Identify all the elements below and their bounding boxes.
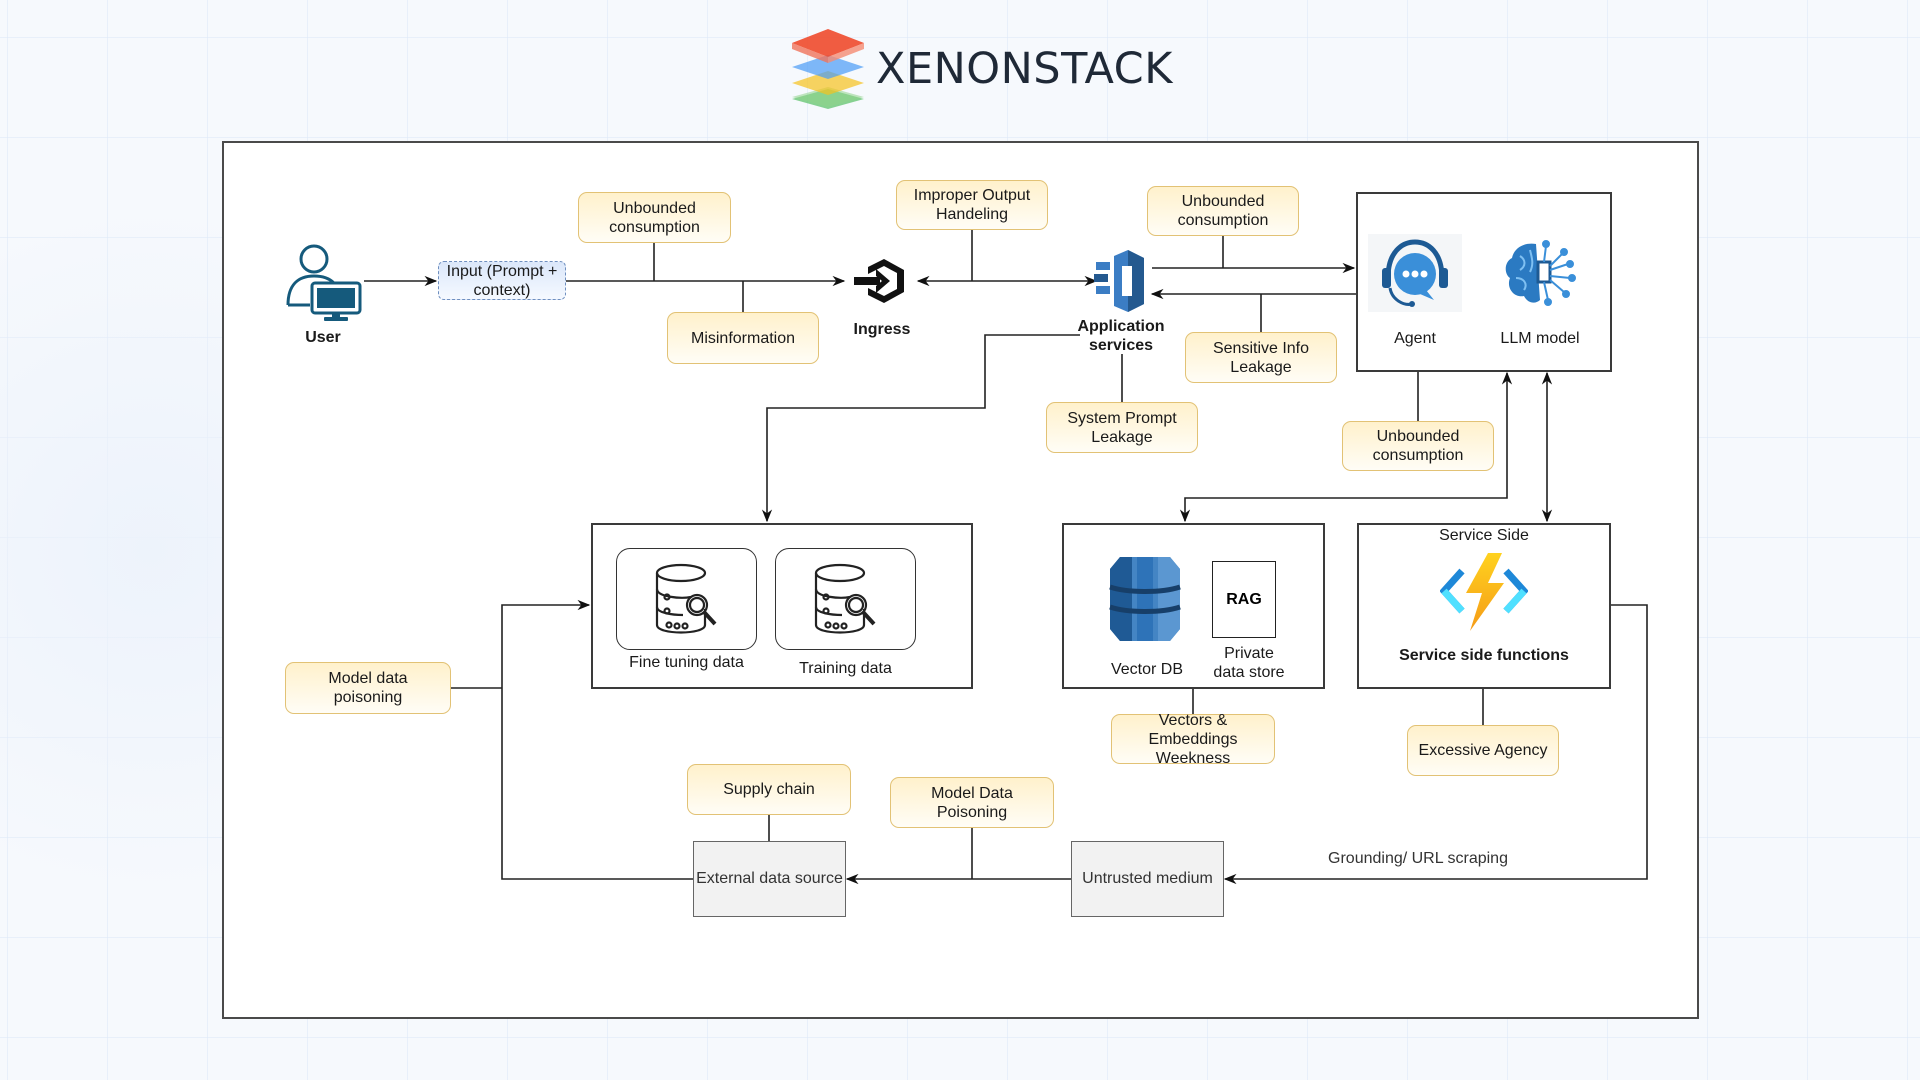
risk-misinformation[interactable]: Misinformation — [667, 312, 819, 364]
risk-unbounded-consumption-input[interactable]: Unbounded consumption — [578, 192, 731, 243]
risk-text: consumption — [1177, 212, 1269, 229]
risk-text: Weekness — [1155, 749, 1231, 767]
external-data-source[interactable]: External data source — [693, 841, 846, 917]
risk-system-prompt-leakage[interactable]: System Prompt Leakage — [1046, 402, 1198, 453]
user-label: User — [305, 329, 341, 346]
input-prompt-context[interactable]: Input (Prompt + context) — [438, 261, 566, 300]
grounding-url-scraping-label: Grounding/ URL scraping — [1328, 850, 1508, 867]
input-line-1: Input (Prompt + — [446, 262, 558, 280]
risk-text: Improper Output — [913, 187, 1031, 204]
ingress-label: Ingress — [853, 321, 911, 338]
risk-supply-chain[interactable]: Supply chain — [687, 764, 851, 815]
risk-text: Handeling — [935, 206, 1009, 223]
risk-text: Misinformation — [690, 329, 796, 347]
brain-circuit-icon — [1500, 238, 1580, 308]
service-side-title: Service Side — [1439, 527, 1529, 544]
risk-text: Unbounded — [1376, 428, 1460, 445]
untrusted-medium[interactable]: Untrusted medium — [1071, 841, 1224, 917]
private-data-store-line-1: Private — [1224, 645, 1274, 662]
database-search-icon — [814, 563, 876, 634]
training-data-card[interactable] — [775, 548, 916, 650]
private-data-store-label: Private data store — [1200, 644, 1298, 682]
risk-text: Excessive Agency — [1418, 742, 1548, 759]
risk-text: Model Data Poisoning — [931, 784, 1013, 821]
fine-tuning-data-label: Fine tuning data — [629, 654, 744, 671]
untrusted-medium-label: Untrusted medium — [1082, 870, 1213, 887]
service-side-functions-label: Service side functions — [1399, 647, 1569, 664]
app-services-icon — [1094, 250, 1148, 312]
risk-text: Leakage — [1230, 358, 1292, 376]
risk-sensitive-info-leakage[interactable]: Sensitive Info Leakage — [1185, 332, 1337, 383]
risk-text: Unbounded — [613, 199, 696, 217]
risk-text: Sensitive Info — [1212, 339, 1310, 357]
risk-model-data-poisoning-bottom[interactable]: Model Data Poisoning — [890, 777, 1054, 828]
rag-text: RAG — [1226, 590, 1262, 608]
stacked-layers-logo-icon — [792, 29, 864, 109]
ingress-hexagon-arrow-icon — [854, 255, 910, 307]
brand-name: XENONSTACK — [876, 44, 1173, 94]
brand-logo: XENONSTACK — [788, 27, 1173, 111]
risk-model-data-poisoning-left[interactable]: Model data poisoning — [285, 662, 451, 714]
app-services-label-line-1: Application — [1077, 318, 1165, 335]
risk-text: Model data poisoning — [328, 670, 408, 706]
app-services-label-line-2: services — [1088, 337, 1154, 354]
user-computer-icon — [284, 243, 364, 321]
input-line-2: context) — [473, 281, 531, 299]
training-data-label: Training data — [799, 660, 892, 677]
agent-label: Agent — [1394, 330, 1436, 347]
risk-text: Leakage — [1091, 428, 1153, 446]
risk-unbounded-consumption-app[interactable]: Unbounded consumption — [1147, 186, 1299, 236]
azure-functions-lightning-icon — [1439, 553, 1529, 631]
headset-chat-icon — [1368, 234, 1462, 312]
dynamodb-cylinder-icon — [1108, 553, 1182, 645]
private-data-store-line-2: data store — [1213, 664, 1285, 681]
external-data-source-label: External data source — [696, 870, 843, 887]
fine-tuning-data-card[interactable] — [616, 548, 757, 650]
vector-db-label: Vector DB — [1110, 661, 1184, 678]
risk-text: consumption — [609, 218, 700, 236]
risk-text: System Prompt — [1067, 409, 1177, 427]
app-services-label: Application services — [1060, 317, 1182, 355]
risk-improper-output-handling[interactable]: Improper Output Handeling — [896, 180, 1048, 230]
risk-text: consumption — [1372, 447, 1464, 464]
rag-box[interactable]: RAG — [1212, 561, 1276, 638]
risk-vectors-embeddings-weakness[interactable]: Vectors & Embeddings Weekness — [1111, 711, 1275, 767]
risk-text: Vectors & Embeddings — [1148, 711, 1238, 748]
risk-excessive-agency[interactable]: Excessive Agency — [1407, 725, 1559, 776]
risk-text: Supply chain — [723, 781, 815, 798]
risk-text: Unbounded — [1181, 193, 1265, 210]
llm-model-label: LLM model — [1500, 330, 1580, 347]
database-search-icon — [655, 563, 717, 634]
risk-unbounded-consumption-llm[interactable]: Unbounded consumption — [1342, 421, 1494, 471]
